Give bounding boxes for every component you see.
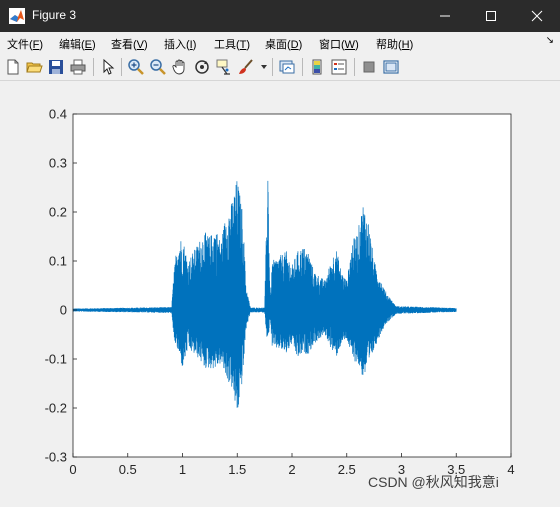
data-cursor-icon[interactable] bbox=[215, 58, 233, 76]
toolbar-separator bbox=[121, 58, 122, 76]
menu-bar: ↘ 文件(F) 编辑(E) 查看(V) 插入(I) 工具(T) 桌面(D) 窗口(W) 帮助(… bbox=[0, 32, 560, 54]
menu-item-6[interactable]: 窗口(W) bbox=[319, 36, 359, 52]
y-tick-label: 0 bbox=[60, 303, 67, 318]
hide-plot-tools-icon[interactable] bbox=[360, 58, 378, 76]
brush-icon[interactable] bbox=[237, 58, 255, 76]
menu-item-0[interactable]: 文件(F) bbox=[7, 36, 43, 52]
new-figure-icon[interactable] bbox=[4, 58, 22, 76]
x-tick-label: 0 bbox=[69, 462, 76, 477]
toolbar-separator bbox=[93, 58, 94, 76]
menu-item-1[interactable]: 编辑(E) bbox=[59, 36, 96, 52]
y-tick-label: -0.1 bbox=[45, 352, 67, 367]
dock-arrow-icon[interactable]: ↘ bbox=[546, 35, 554, 46]
waveform-plot[interactable]: 0 0.5 1 1.5 2 2.5 3 3.5 4 -0.3-0.2-0.100.10.20.3… bbox=[0, 81, 560, 502]
zoom-out-icon[interactable] bbox=[149, 58, 167, 76]
x-tick-label: 0.5 bbox=[119, 462, 137, 477]
maximize-button[interactable] bbox=[468, 0, 514, 32]
toolbar-separator bbox=[302, 58, 303, 76]
toolbar-separator bbox=[354, 58, 355, 76]
menu-item-7[interactable]: 帮助(H) bbox=[376, 36, 413, 52]
toolbar-separator bbox=[272, 58, 273, 76]
close-icon bbox=[531, 10, 543, 22]
open-file-icon[interactable] bbox=[25, 58, 43, 76]
zoom-in-icon[interactable] bbox=[127, 58, 145, 76]
brush-dropdown-icon[interactable] bbox=[261, 65, 267, 69]
show-plot-tools-icon[interactable] bbox=[382, 58, 400, 76]
y-tick-label: 0.2 bbox=[49, 205, 67, 220]
edit-plot-arrow-icon[interactable] bbox=[99, 58, 117, 76]
x-tick-label: 1 bbox=[179, 462, 186, 477]
x-tick-label: 2 bbox=[288, 462, 295, 477]
figure-toolbar bbox=[0, 54, 560, 81]
window-title: Figure 3 bbox=[32, 8, 77, 22]
link-plot-icon[interactable] bbox=[278, 58, 296, 76]
menu-item-5[interactable]: 桌面(D) bbox=[265, 36, 302, 52]
pan-hand-icon[interactable] bbox=[171, 58, 189, 76]
insert-legend-icon[interactable] bbox=[330, 58, 348, 76]
window-titlebar: Figure 3 bbox=[0, 0, 560, 32]
x-tick-label: 4 bbox=[507, 462, 514, 477]
menu-item-2[interactable]: 查看(V) bbox=[111, 36, 148, 52]
save-icon[interactable] bbox=[47, 58, 65, 76]
menu-item-3[interactable]: 插入(I) bbox=[164, 36, 196, 52]
close-button[interactable] bbox=[514, 0, 560, 32]
insert-colorbar-icon[interactable] bbox=[308, 58, 326, 76]
y-tick-label: -0.2 bbox=[45, 401, 67, 416]
y-tick-label: 0.3 bbox=[49, 156, 67, 171]
csdn-watermark: CSDN @秋风知我意i bbox=[368, 474, 499, 490]
print-icon[interactable] bbox=[69, 58, 87, 76]
y-tick-label: 0.4 bbox=[49, 107, 67, 122]
matlab-logo-icon bbox=[9, 8, 25, 24]
y-tick-label: -0.3 bbox=[45, 450, 67, 465]
x-tick-label: 2.5 bbox=[338, 462, 356, 477]
figure-canvas: 0 0.5 1 1.5 2 2.5 3 3.5 4 -0.3 -0.2 -0.1 0 0.1 0.2 0.3… bbox=[0, 81, 560, 502]
x-tick-label: 1.5 bbox=[228, 462, 246, 477]
y-tick-label: 0.1 bbox=[49, 254, 67, 269]
minimize-icon bbox=[440, 15, 450, 17]
rotate-3d-icon[interactable] bbox=[193, 58, 211, 76]
menu-item-4[interactable]: 工具(T) bbox=[214, 36, 250, 52]
maximize-icon bbox=[486, 11, 496, 21]
minimize-button[interactable] bbox=[422, 0, 468, 32]
y-axis: -0.3 -0.2 -0.1 0 0.1 0.2 0.3 0.4 bbox=[45, 107, 77, 465]
